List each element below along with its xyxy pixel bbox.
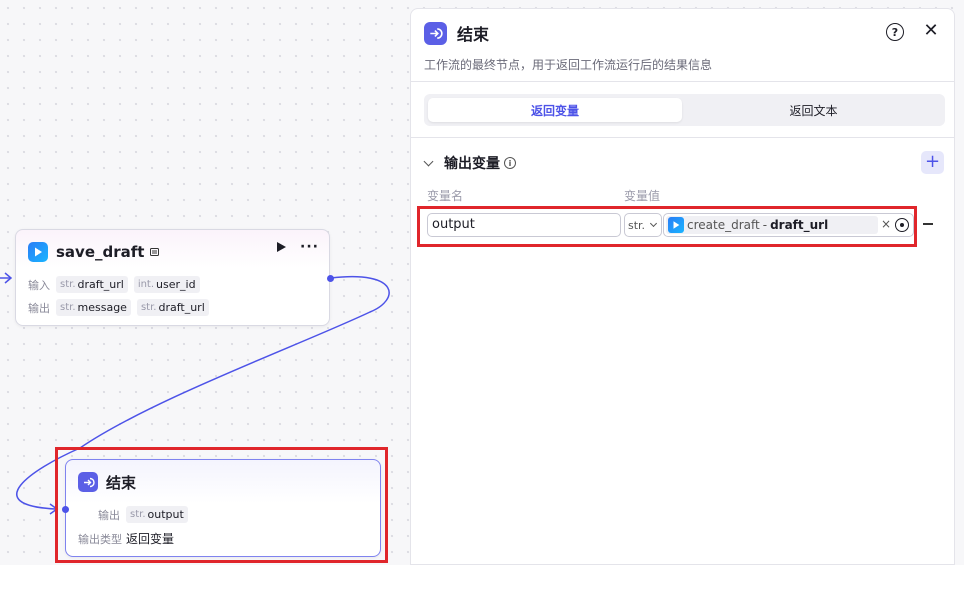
reference-node-name: create_draft [687,218,760,232]
target-icon[interactable] [895,218,909,232]
add-variable-button[interactable]: + [921,151,944,174]
column-header-name: 变量名 [427,189,464,203]
end-node-icon [424,21,447,45]
reference-chip[interactable]: create_draft - draft_url [666,216,878,234]
output-type-label: 输出类型 [78,532,122,546]
variable-type-select[interactable]: str. [624,213,662,237]
param-name: draft_url [158,301,205,314]
param-tag: str. draft_url [56,276,128,293]
variable-type-value: str. [628,218,646,232]
tab-return-variable[interactable]: 返回变量 [428,98,682,122]
reference-field-name: draft_url [770,218,829,232]
param-type: str. [130,509,146,520]
plugin-icon [668,217,684,233]
divider [411,81,954,82]
output-port[interactable] [327,275,334,282]
param-name: user_id [156,278,196,291]
section-title: 输出变量 [444,156,500,172]
workflow-editor: save_draft ··· 输入 str. draft_url int. user… [0,0,964,589]
divider [411,137,954,138]
param-tag: str. message [56,299,131,316]
run-node-icon[interactable] [277,242,287,252]
input-port[interactable] [62,506,69,513]
param-tag: int. user_id [133,276,200,293]
node-output-type-row: 输出类型 返回变量 [78,530,174,547]
outputs-label: 输出 [28,301,50,315]
node-outputs-row: 输出 str. message str. draft_url [28,299,215,316]
output-variables-header[interactable]: 输出变量 i [423,153,516,173]
param-tag: str. draft_url [136,299,209,316]
close-icon[interactable]: ✕ [922,22,940,40]
output-mode-tabs: 返回变量 返回文本 [424,94,945,126]
outputs-label: 输出 [98,508,120,522]
end-node-icon [78,472,98,492]
param-name: output [147,508,184,521]
panel-description: 工作流的最终节点，用于返回工作流运行后的结果信息 [424,58,713,72]
param-type: str. [60,279,76,290]
param-type: str. [60,302,76,313]
node-title: save_draft [56,243,145,261]
node-header: save_draft [28,241,160,263]
param-name: message [77,301,127,314]
variable-reference-field[interactable]: create_draft - draft_url × [663,213,914,237]
remove-variable-button[interactable] [923,223,933,225]
panel-header: 结束 [424,21,489,45]
database-icon [150,247,160,256]
node-header: 结束 [78,471,136,493]
chevron-down-icon[interactable] [423,156,434,166]
node-end[interactable]: 结束 输出 str. output 输出类型 返回变量 [65,459,381,557]
node-outputs-row: 输出 str. output [98,506,194,523]
tab-return-text[interactable]: 返回文本 [686,98,941,122]
output-type-value: 返回变量 [126,532,175,546]
node-actions: ··· [277,240,319,254]
node-inputs-row: 输入 str. draft_url int. user_id [28,276,206,293]
node-save-draft[interactable]: save_draft ··· 输入 str. draft_url int. user… [15,229,330,326]
chevron-down-icon [650,219,658,228]
reference-separator: - [762,218,768,232]
variable-name-input[interactable]: output [427,213,621,237]
inputs-label: 输入 [28,278,50,292]
param-type: str. [140,302,157,313]
column-header-value: 变量值 [624,189,661,203]
plugin-icon [28,242,48,262]
param-type: int. [137,279,155,290]
clear-reference-icon[interactable]: × [881,217,891,231]
info-icon[interactable]: i [504,157,516,169]
param-tag: str. output [126,506,188,523]
node-config-panel: 结束 ? ✕ 工作流的最终节点，用于返回工作流运行后的结果信息 返回变量 返回文… [410,8,955,565]
node-title: 结束 [106,473,137,492]
panel-title: 结束 [457,25,490,44]
bottom-strip [0,565,964,589]
more-icon[interactable]: ··· [300,240,319,254]
help-icon[interactable]: ? [886,23,904,41]
param-name: draft_url [77,278,124,291]
